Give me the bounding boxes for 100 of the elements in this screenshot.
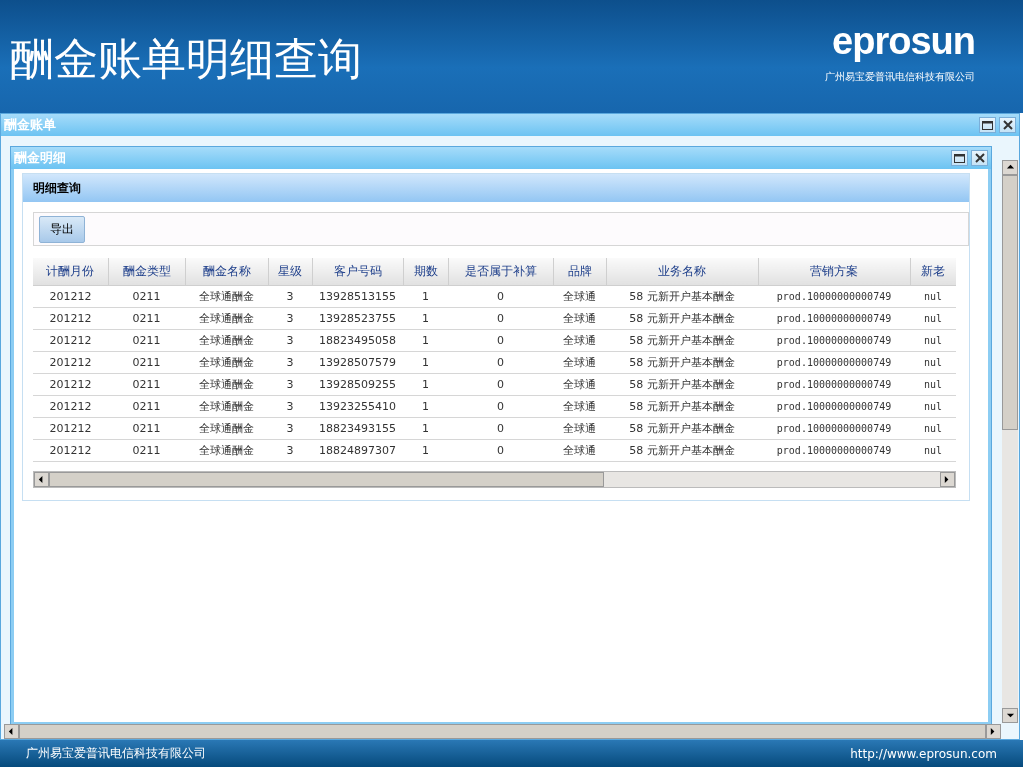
table-cell: nul	[910, 417, 956, 440]
table-cell: 201212	[33, 439, 108, 462]
table-cell: 全球通	[553, 351, 606, 374]
table-cell: nul	[910, 285, 956, 308]
maximize-button[interactable]	[979, 117, 996, 133]
table-cell: prod.10000000000749	[758, 395, 910, 418]
table-cell: nul	[910, 373, 956, 396]
table-cell: 3	[268, 439, 312, 462]
table-cell: 全球通酬金	[185, 285, 268, 308]
table-cell: 全球通	[553, 285, 606, 308]
column-header[interactable]: 星级	[268, 258, 312, 286]
close-button[interactable]	[971, 150, 988, 166]
table-cell: 201212	[33, 417, 108, 440]
table-cell: 0211	[108, 417, 185, 440]
column-header[interactable]: 新老	[910, 258, 956, 286]
footer-company: 广州易宝爱普讯电信科技有限公司	[26, 745, 206, 762]
table-cell: 0211	[108, 395, 185, 418]
column-header[interactable]: 营销方案	[758, 258, 910, 286]
table-cell: nul	[910, 329, 956, 352]
table-cell: 0	[448, 439, 553, 462]
table-cell: nul	[910, 395, 956, 418]
down-arrow-icon	[1005, 711, 1015, 720]
table-cell: 全球通酬金	[185, 439, 268, 462]
table-cell: 201212	[33, 373, 108, 396]
table-cell: 0	[448, 417, 553, 440]
column-header[interactable]: 酬金类型	[108, 258, 185, 286]
table-cell: 58 元新开户基本酬金	[606, 329, 758, 352]
column-header[interactable]: 业务名称	[606, 258, 758, 286]
website-link[interactable]: http://www.eprosun.com	[850, 746, 997, 761]
table-cell: 3	[268, 307, 312, 330]
column-header[interactable]: 是否属于补算	[448, 258, 553, 286]
table-cell: 1	[403, 439, 448, 462]
table-cell: prod.10000000000749	[758, 417, 910, 440]
maximize-button[interactable]	[951, 150, 968, 166]
panel-title: 明细查询	[23, 174, 969, 202]
table-cell: prod.10000000000749	[758, 373, 910, 396]
table-cell: 1	[403, 329, 448, 352]
close-button[interactable]	[999, 117, 1016, 133]
table-cell: 58 元新开户基本酬金	[606, 373, 758, 396]
table-cell: 全球通酬金	[185, 417, 268, 440]
table-cell: 13928509255	[312, 373, 403, 396]
table-cell: 全球通酬金	[185, 395, 268, 418]
table-cell: 全球通	[553, 307, 606, 330]
table-cell: 58 元新开户基本酬金	[606, 351, 758, 374]
table-cell: 0	[448, 329, 553, 352]
table-cell: 全球通	[553, 417, 606, 440]
table-cell: prod.10000000000749	[758, 439, 910, 462]
table-cell: 0211	[108, 285, 185, 308]
table-cell: 3	[268, 395, 312, 418]
table-cell: 0211	[108, 439, 185, 462]
table-cell: 58 元新开户基本酬金	[606, 307, 758, 330]
table-cell: 全球通酬金	[185, 329, 268, 352]
table-cell: 1	[403, 285, 448, 308]
table-cell: 0211	[108, 351, 185, 374]
window-title: 酬金明细	[14, 149, 66, 167]
table-cell: 0	[448, 351, 553, 374]
vertical-scrollbar[interactable]	[1002, 160, 1018, 723]
table-cell: 1	[403, 373, 448, 396]
column-header[interactable]: 酬金名称	[185, 258, 268, 286]
table-cell: 0	[448, 307, 553, 330]
table-cell: 3	[268, 417, 312, 440]
table-cell: prod.10000000000749	[758, 285, 910, 308]
horizontal-scrollbar[interactable]	[33, 471, 956, 488]
table-cell: 全球通	[553, 373, 606, 396]
table-cell: 201212	[33, 307, 108, 330]
table-cell: 3	[268, 329, 312, 352]
table-cell: 18823493155	[312, 417, 403, 440]
table-cell: 13928507579	[312, 351, 403, 374]
table-cell: nul	[910, 351, 956, 374]
table-cell: 201212	[33, 395, 108, 418]
table-cell: 0	[448, 285, 553, 308]
column-header[interactable]: 期数	[403, 258, 448, 286]
table-cell: 3	[268, 351, 312, 374]
table-cell: 0211	[108, 373, 185, 396]
table-cell: 全球通	[553, 439, 606, 462]
table-cell: 3	[268, 285, 312, 308]
export-button[interactable]: 导出	[39, 215, 85, 243]
table-cell: 0211	[108, 329, 185, 352]
table-cell: prod.10000000000749	[758, 329, 910, 352]
column-header[interactable]: 品牌	[553, 258, 606, 286]
column-header[interactable]: 计酬月份	[33, 258, 108, 286]
table-cell: nul	[910, 439, 956, 462]
horizontal-scrollbar[interactable]	[4, 724, 1001, 739]
table-cell: prod.10000000000749	[758, 351, 910, 374]
column-header[interactable]: 客户号码	[312, 258, 403, 286]
table-cell: 18823495058	[312, 329, 403, 352]
table-cell: 1	[403, 307, 448, 330]
table-cell: 13923255410	[312, 395, 403, 418]
table-cell: 1	[403, 417, 448, 440]
table-cell: 全球通酬金	[185, 307, 268, 330]
table-cell: 1	[403, 395, 448, 418]
table-cell: 全球通酬金	[185, 351, 268, 374]
table-cell: 58 元新开户基本酬金	[606, 285, 758, 308]
table-cell: 201212	[33, 329, 108, 352]
logo: eprosun	[832, 22, 975, 60]
window-title: 酬金账单	[4, 116, 56, 134]
table-cell: 全球通酬金	[185, 373, 268, 396]
table-cell: 201212	[33, 351, 108, 374]
table-cell: 58 元新开户基本酬金	[606, 395, 758, 418]
table-cell: 13928513155	[312, 285, 403, 308]
